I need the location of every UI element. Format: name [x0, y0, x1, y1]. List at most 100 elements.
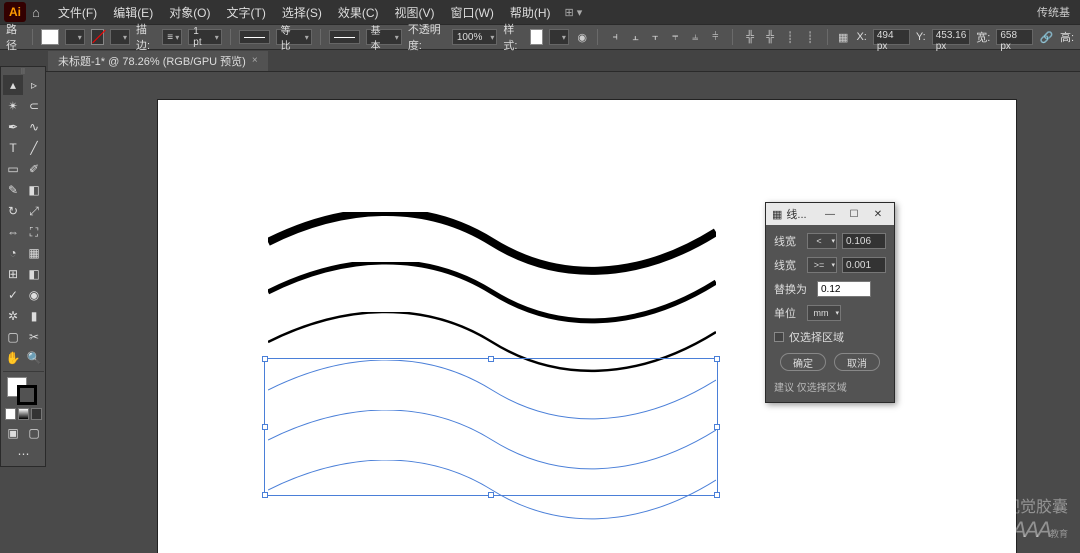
screen-mode-full[interactable]: ▢	[24, 423, 44, 443]
handle-ne[interactable]	[714, 356, 720, 362]
direct-selection-tool[interactable]: ▹	[24, 75, 44, 95]
handle-sw[interactable]	[262, 492, 268, 498]
hand-tool[interactable]: ✋	[3, 348, 23, 368]
stroke-swatch[interactable]	[91, 29, 104, 45]
style-swatch[interactable]	[530, 29, 543, 45]
gradient-tool[interactable]: ◧	[24, 264, 44, 284]
cancel-button[interactable]: 取消	[834, 353, 880, 371]
profile-dropdown[interactable]: 等比	[276, 29, 312, 45]
type-tool[interactable]: T	[3, 138, 23, 158]
edit-toolbar[interactable]: ⋯	[3, 444, 44, 464]
handle-s[interactable]	[488, 492, 494, 498]
link-wh-icon[interactable]: 🔗	[1039, 28, 1054, 46]
minimize-icon[interactable]: —	[820, 206, 840, 222]
handle-nw[interactable]	[262, 356, 268, 362]
handle-n[interactable]	[488, 356, 494, 362]
blend-tool[interactable]: ◉	[24, 285, 44, 305]
color-mode-none[interactable]	[31, 408, 42, 420]
rectangle-tool[interactable]: ▭	[3, 159, 23, 179]
home-icon[interactable]: ⌂	[32, 5, 40, 20]
menu-effect[interactable]: 效果(C)	[330, 4, 387, 21]
workspace-switcher[interactable]: 传统基	[1037, 4, 1076, 20]
recolor-icon[interactable]: ◉	[575, 28, 590, 46]
shape-builder-tool[interactable]: ◔	[3, 243, 23, 263]
selection-only-checkbox[interactable]	[774, 332, 784, 342]
pen-tool[interactable]: ✒	[3, 117, 23, 137]
replace-value-input[interactable]: 0.12	[817, 281, 871, 297]
eyedropper-tool[interactable]: ✓	[3, 285, 23, 305]
canvas-area[interactable]	[48, 72, 1080, 553]
ok-button[interactable]: 确定	[780, 353, 826, 371]
curvature-tool[interactable]: ∿	[24, 117, 44, 137]
menu-view[interactable]: 视图(V)	[387, 4, 443, 21]
mesh-tool[interactable]: ⊞	[3, 264, 23, 284]
brush-dropdown[interactable]: 基本	[366, 29, 402, 45]
stroke-dropdown[interactable]	[110, 29, 130, 45]
maximize-icon[interactable]: ☐	[844, 206, 864, 222]
magic-wand-tool[interactable]: ✴	[3, 96, 23, 116]
menu-type[interactable]: 文字(T)	[219, 4, 274, 21]
menu-object[interactable]: 对象(O)	[161, 4, 218, 21]
transform-icon[interactable]: ▦	[836, 28, 851, 46]
row1-value-input[interactable]: 0.106	[842, 233, 886, 249]
dist-v-icon[interactable]: ╬	[761, 28, 779, 46]
stroke-weight-stepper[interactable]: ≡	[162, 29, 182, 45]
lasso-tool[interactable]: ⊂	[24, 96, 44, 116]
menu-edit[interactable]: 编辑(E)	[105, 4, 161, 21]
color-mode-fill[interactable]	[5, 408, 16, 420]
fill-stroke-control[interactable]	[3, 375, 44, 405]
zoom-tool[interactable]: 🔍	[24, 348, 44, 368]
paintbrush-tool[interactable]: ✐	[24, 159, 44, 179]
style-dropdown[interactable]	[549, 29, 569, 45]
unit-dropdown[interactable]: mm	[807, 305, 841, 321]
align-bottom-icon[interactable]: ⫩	[706, 28, 724, 46]
selection-bounds[interactable]	[264, 358, 718, 496]
dist-space-v-icon[interactable]: ┊	[801, 28, 819, 46]
tab-close-icon[interactable]: ×	[252, 55, 258, 66]
graph-tool[interactable]: ▮	[24, 306, 44, 326]
menu-help[interactable]: 帮助(H)	[502, 4, 559, 21]
align-vcenter-icon[interactable]: ⫨	[686, 28, 704, 46]
handle-se[interactable]	[714, 492, 720, 498]
scale-tool[interactable]: ⤢	[24, 201, 44, 221]
y-input[interactable]: 453.16 px	[932, 29, 971, 45]
align-hcenter-icon[interactable]: ⫠	[626, 28, 644, 46]
close-icon[interactable]: ✕	[868, 206, 888, 222]
handle-e[interactable]	[714, 424, 720, 430]
row1-op-dropdown[interactable]: <	[807, 233, 837, 249]
stroke-weight-input[interactable]: 1 pt	[188, 29, 221, 45]
dist-h-icon[interactable]: ╬	[741, 28, 759, 46]
slice-tool[interactable]: ✂	[24, 327, 44, 347]
width-tool[interactable]: ⇔	[3, 222, 23, 242]
rotate-tool[interactable]: ↻	[3, 201, 23, 221]
document-tab[interactable]: 未标题-1* @ 78.26% (RGB/GPU 预览) ×	[48, 51, 268, 71]
handle-w[interactable]	[262, 424, 268, 430]
opacity-input[interactable]: 100%	[452, 29, 498, 45]
color-mode-gradient[interactable]	[18, 408, 29, 420]
row2-op-dropdown[interactable]: >=	[807, 257, 837, 273]
symbol-sprayer-tool[interactable]: ✲	[3, 306, 23, 326]
menu-select[interactable]: 选择(S)	[274, 4, 330, 21]
free-transform-tool[interactable]: ⛶	[24, 222, 44, 242]
perspective-tool[interactable]: ▦	[24, 243, 44, 263]
w-input[interactable]: 658 px	[996, 29, 1033, 45]
align-left-icon[interactable]: ⫞	[606, 28, 624, 46]
line-width-panel[interactable]: ▦ 线... — ☐ ✕ 线宽 < 0.106 线宽 >= 0.001 替换为 …	[765, 202, 895, 403]
dist-space-h-icon[interactable]: ┊	[781, 28, 799, 46]
brush-preview[interactable]	[329, 30, 360, 44]
menu-file[interactable]: 文件(F)	[50, 4, 105, 21]
panel-titlebar[interactable]: ▦ 线... — ☐ ✕	[766, 203, 894, 225]
x-input[interactable]: 494 px	[873, 29, 910, 45]
align-top-icon[interactable]: ⫧	[666, 28, 684, 46]
profile-preview[interactable]	[239, 30, 270, 44]
line-tool[interactable]: ╱	[24, 138, 44, 158]
selection-tool[interactable]: ▴	[3, 75, 23, 95]
row2-value-input[interactable]: 0.001	[842, 257, 886, 273]
artboard-tool[interactable]: ▢	[3, 327, 23, 347]
fill-dropdown[interactable]	[65, 29, 85, 45]
fill-swatch[interactable]	[41, 29, 59, 45]
eraser-tool[interactable]: ◧	[24, 180, 44, 200]
menu-window[interactable]: 窗口(W)	[443, 4, 502, 21]
screen-mode-normal[interactable]: ▣	[3, 423, 23, 443]
menu-search-icon[interactable]: ⊞ ▾	[565, 6, 583, 19]
